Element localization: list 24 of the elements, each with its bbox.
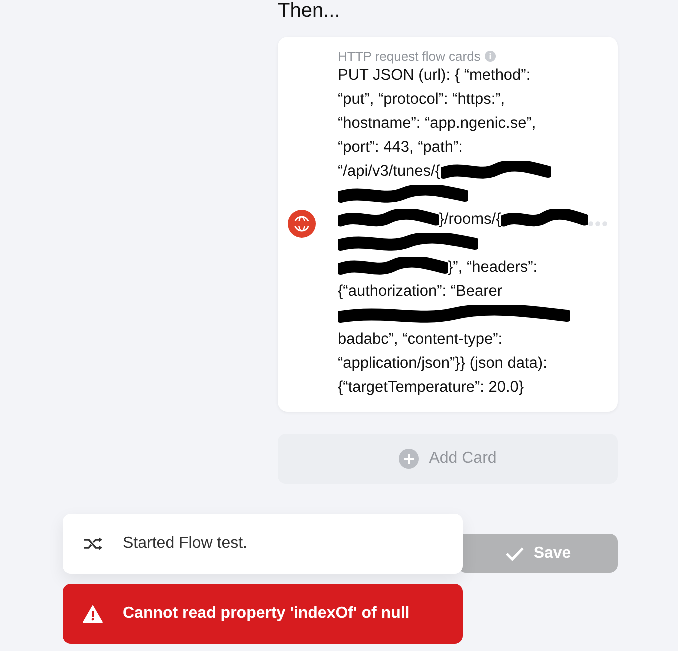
globe-icon <box>288 210 316 238</box>
warning-icon <box>83 605 103 623</box>
add-card-button[interactable]: Add Card <box>278 434 618 484</box>
toast-message: Cannot read property 'indexOf' of null <box>123 605 410 623</box>
section-heading: Then... <box>278 0 340 22</box>
action-card[interactable] <box>278 37 618 412</box>
request-text: }”, “headers”: <box>448 259 538 277</box>
request-text: “application/json”}} (json data): <box>338 355 548 373</box>
card-category: HTTP request flow cards <box>338 48 481 64</box>
toast-message: Started Flow test. <box>123 535 248 553</box>
request-text: }/rooms/{ <box>439 211 502 229</box>
request-text: badabc”, “content-type”: <box>338 331 503 349</box>
request-text: {“authorization”: “Bearer <box>338 283 503 301</box>
request-text: “put”, “protocol”: “https:”, <box>338 91 506 109</box>
request-text: “/api/v3/tunes/{ <box>338 163 441 181</box>
request-text: PUT JSON (url): { “method”: <box>338 67 531 85</box>
request-text: “port”: 443, “path”: <box>338 139 463 157</box>
more-icon <box>588 221 608 227</box>
request-text: “hostname”: “app.ngenic.se”, <box>338 115 536 133</box>
info-icon <box>484 50 496 62</box>
shuffle-icon <box>83 537 103 551</box>
plus-icon <box>399 449 420 469</box>
check-icon <box>504 546 525 562</box>
request-text: {“targetTemperature”: 20.0} <box>338 379 524 397</box>
